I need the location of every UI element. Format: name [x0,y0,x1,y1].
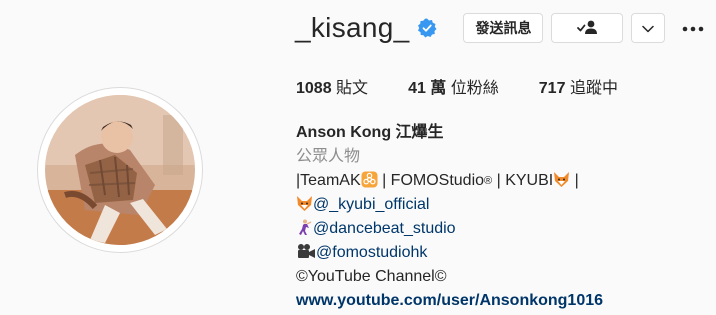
bio-line-dancebeat: @dancebeat_studio [296,217,603,241]
bio-separator-text: | [570,172,579,189]
category-label: 公眾人物 [296,148,361,165]
avatar-photo [45,95,195,245]
bio-fomostudio-text: | FOMOStudio [377,172,485,189]
more-options-button[interactable] [679,14,707,42]
following-count[interactable]: 717 [539,80,566,97]
person-check-icon [576,20,598,37]
profile-bio: Anson Kong 江𤒹生 公眾人物 |TeamAK | FOMOStudio… [296,121,603,313]
dancebeat-mention-link[interactable]: @dancebeat_studio [313,220,456,237]
following-stat[interactable]: 717 追蹤中 [539,74,618,98]
bio-line-youtube: ©YouTube Channel© [296,268,447,285]
avatar[interactable] [45,95,195,245]
following-button[interactable] [551,13,624,43]
posts-stat: 1088 貼文 [296,74,368,98]
suggested-accounts-dropdown[interactable] [631,13,666,43]
profile-avatar-ring[interactable] [37,87,203,253]
send-message-button[interactable]: 發送訊息 [463,13,544,43]
website-link[interactable]: www.youtube.com/user/Ansonkong1016 [296,289,603,313]
full-name: Anson Kong 江𤒹生 [296,124,444,141]
followers-stat[interactable]: 41 萬 位粉絲 [408,74,499,98]
bio-teamak-text: |TeamAK [296,172,361,189]
followers-label[interactable]: 位粉絲 [451,80,499,97]
fox-emoji-icon [553,171,570,188]
fomostudio-mention-link[interactable]: @fomostudiohk [316,244,427,261]
biohazard-emoji-icon [361,171,378,188]
chevron-down-icon [642,20,655,36]
bio-line-teams: |TeamAK | FOMOStudio® | KYUBI | [296,169,603,193]
bio-line-kyubi: @_kyubi_official [296,193,603,217]
bio-line-fomostudio: @fomostudiohk [296,241,603,265]
posts-count: 1088 [296,80,332,97]
more-dots-icon [682,19,704,37]
following-label[interactable]: 追蹤中 [570,80,618,97]
kyubi-mention-link[interactable]: @_kyubi_official [313,196,429,213]
username: _kisang_ [295,12,410,43]
bio-kyubi-text: | KYUBI [492,172,554,189]
followers-count[interactable]: 41 萬 [408,80,446,97]
dancer-emoji-icon [296,219,313,236]
posts-label: 貼文 [336,80,369,97]
profile-header: _kisang_ 發送訊息 [295,10,707,46]
verified-badge-icon [417,18,437,38]
fox-emoji-icon [296,195,313,212]
profile-stats: 1088 貼文 41 萬 位粉絲 717 追蹤中 [296,74,658,98]
registered-mark-icon: ® [484,175,493,187]
video-camera-emoji-icon [296,243,316,260]
